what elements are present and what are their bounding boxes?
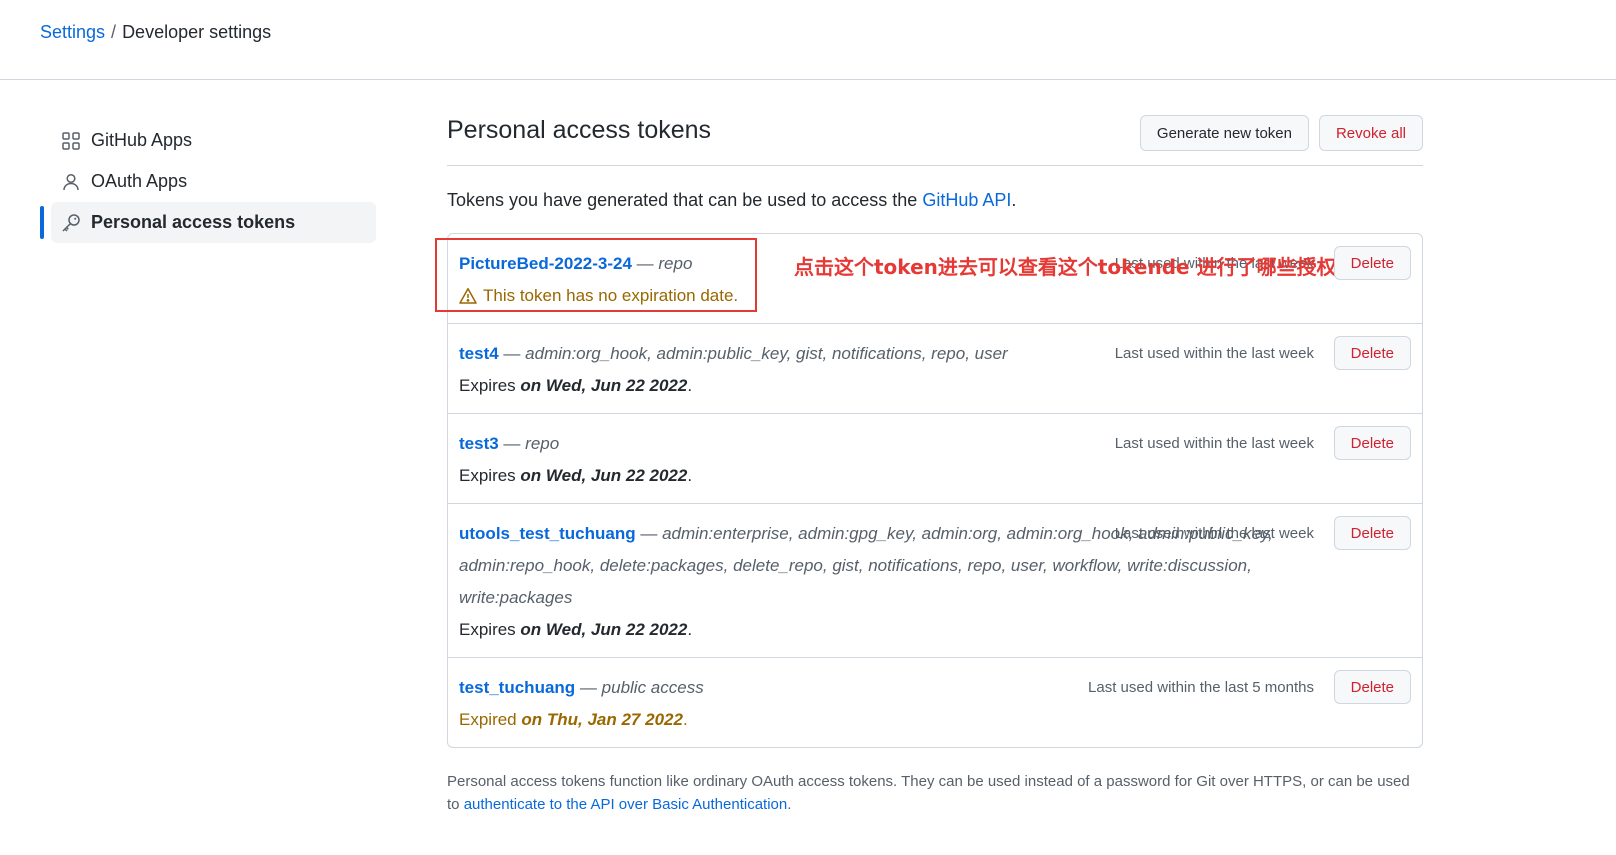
breadcrumb-current: Developer settings xyxy=(122,22,272,42)
footnote: Personal access tokens function like ord… xyxy=(447,770,1423,816)
sidebar-item-label: Personal access tokens xyxy=(91,212,296,232)
page-header: Settings / Developer settings xyxy=(0,0,1616,80)
intro-text: Tokens you have generated that can be us… xyxy=(447,190,1423,211)
token-row: utools_test_tuchuang — admin:enterprise,… xyxy=(448,503,1422,657)
expires-prefix: Expires xyxy=(459,620,521,639)
expires-date: on Wed, Jun 22 2022 xyxy=(520,466,688,485)
token-expiry: Expires on Wed, Jun 22 2022. xyxy=(459,376,693,395)
token-dash: — xyxy=(503,434,521,453)
token-name-link[interactable]: test4 xyxy=(459,344,499,363)
person-icon xyxy=(61,172,81,192)
basic-auth-link[interactable]: authenticate to the API over Basic Authe… xyxy=(464,796,788,813)
footnote-end: . xyxy=(787,796,792,813)
title-row: Personal access tokens Generate new toke… xyxy=(447,112,1423,166)
delete-token-button[interactable]: Delete xyxy=(1333,516,1411,550)
generate-new-token-button[interactable]: Generate new token xyxy=(1139,115,1309,151)
page-title: Personal access tokens xyxy=(447,116,712,144)
token-scopes: repo xyxy=(525,434,560,453)
expired-prefix: Expired xyxy=(459,710,522,729)
breadcrumb-settings-link[interactable]: Settings xyxy=(40,22,105,42)
token-row: PictureBed-2022-3-24 — repo This token h… xyxy=(435,234,1422,323)
token-name-link[interactable]: test_tuchuang xyxy=(459,678,575,697)
token-dash: — xyxy=(636,254,654,273)
token-expiry: Expires on Wed, Jun 22 2022. xyxy=(459,620,693,639)
token-warning: This token has no expiration date. xyxy=(459,280,1312,312)
token-row: test3 — repo Expires on Wed, Jun 22 2022… xyxy=(448,413,1422,503)
sidebar-item-personal-access-tokens[interactable]: Personal access tokens xyxy=(40,202,376,243)
delete-token-button[interactable]: Delete xyxy=(1333,426,1411,460)
github-api-link[interactable]: GitHub API xyxy=(922,190,1011,210)
revoke-all-button[interactable]: Revoke all xyxy=(1318,115,1423,151)
token-last-used: Last used within the last week xyxy=(1114,525,1314,542)
token-dash: — xyxy=(579,678,597,697)
sidebar-item-label: OAuth Apps xyxy=(91,171,188,191)
delete-token-button[interactable]: Delete xyxy=(1333,246,1411,280)
annotation-text: 点击这个token进去可以查看这个tokende 进行了哪些授权 xyxy=(794,255,1337,279)
token-scopes: public access xyxy=(601,678,704,697)
expires-prefix: Expires xyxy=(459,376,521,395)
sidebar-item-label: GitHub Apps xyxy=(91,130,193,150)
breadcrumb-separator: / xyxy=(111,22,117,42)
key-icon xyxy=(61,213,81,233)
token-dash: — xyxy=(503,344,521,363)
sidebar-nav: GitHub Apps OAuth Apps Personal access t… xyxy=(40,120,376,243)
token-row: test4 — admin:org_hook, admin:public_key… xyxy=(448,323,1422,413)
token-row: test_tuchuang — public access Expired on… xyxy=(448,657,1422,747)
token-expiry: Expires on Wed, Jun 22 2022. xyxy=(459,466,693,485)
breadcrumb: Settings / Developer settings xyxy=(40,22,271,43)
sidebar-item-github-apps[interactable]: GitHub Apps xyxy=(40,120,376,161)
token-scopes: repo xyxy=(658,254,693,273)
token-last-used: Last used within the last 5 months xyxy=(1088,679,1314,696)
alert-icon xyxy=(459,288,477,304)
token-scopes: admin:org_hook, admin:public_key, gist, … xyxy=(525,344,1008,363)
delete-token-button[interactable]: Delete xyxy=(1333,670,1411,704)
token-list: PictureBed-2022-3-24 — repo This token h… xyxy=(435,233,1423,748)
expires-date: on Wed, Jun 22 2022 xyxy=(520,620,688,639)
delete-token-button[interactable]: Delete xyxy=(1333,336,1411,370)
main-content: Personal access tokens Generate new toke… xyxy=(435,112,1423,831)
token-last-used: Last used within the last week xyxy=(1114,435,1314,452)
expires-prefix: Expires xyxy=(459,466,521,485)
apps-grid-icon xyxy=(61,131,81,151)
expired-date: on Thu, Jan 27 2022 xyxy=(521,710,683,729)
token-name-link[interactable]: test3 xyxy=(459,434,499,453)
token-last-used: Last used within the last week xyxy=(1114,345,1314,362)
token-dash: — xyxy=(640,524,658,543)
token-name-link[interactable]: PictureBed-2022-3-24 xyxy=(459,254,632,273)
token-name-link[interactable]: utools_test_tuchuang xyxy=(459,524,636,543)
intro-text-end: . xyxy=(1011,190,1017,210)
intro-text-body: Tokens you have generated that can be us… xyxy=(447,190,923,210)
token-warning-text: This token has no expiration date. xyxy=(483,286,739,305)
token-expired: Expired on Thu, Jan 27 2022. xyxy=(459,710,688,729)
expires-date: on Wed, Jun 22 2022 xyxy=(520,376,688,395)
sidebar-item-oauth-apps[interactable]: OAuth Apps xyxy=(40,161,376,202)
